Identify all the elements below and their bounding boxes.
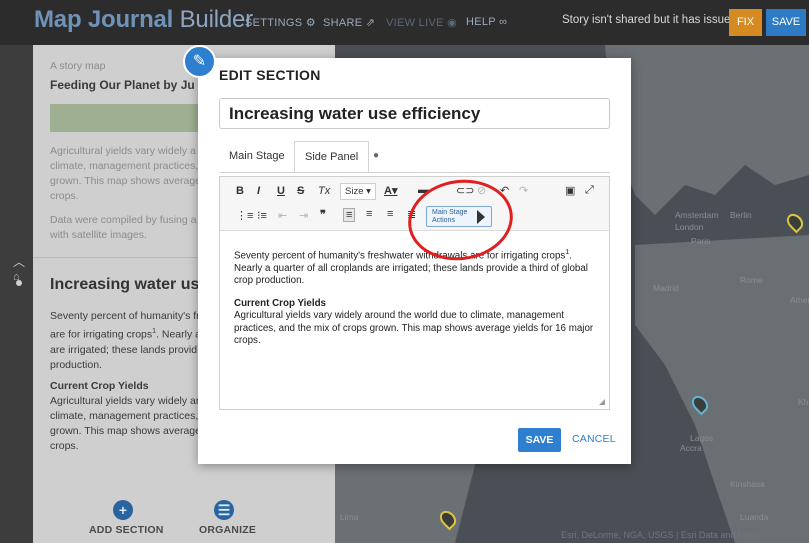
crop-yields-heading: Current Crop Yields <box>50 380 149 392</box>
map-label-paris: Paris <box>691 236 711 246</box>
map-label-luanda: Luanda <box>740 512 769 522</box>
font-size-dropdown[interactable]: Size ▾ <box>340 183 376 200</box>
app-title-bold: Map Journal <box>34 6 174 33</box>
map-label-rome: Rome <box>740 275 763 285</box>
align-center-icon[interactable]: ≡ <box>366 208 372 220</box>
app-title-light: Builder <box>179 6 254 33</box>
section-paragraph-1: Seventy percent of humanity's fr are for… <box>50 310 201 371</box>
map-label-madrid: Madrid <box>653 283 679 293</box>
eye-icon: ◉ <box>447 17 457 29</box>
editor-content[interactable]: Seventy percent of humanity's freshwater… <box>234 247 599 358</box>
map-label-kh: Kh <box>798 397 809 407</box>
map-label-london: London <box>675 222 704 232</box>
binoculars-icon: ∞ <box>499 16 508 28</box>
section-title: Increasing water us <box>50 276 200 293</box>
nav-view-live[interactable]: VIEW LIVE ◉ <box>386 16 457 29</box>
story-subtitle: A story map <box>50 60 106 72</box>
resize-handle[interactable] <box>599 399 605 405</box>
bullet-list-icon[interactable]: ⁝≡ <box>257 209 267 222</box>
share-status-text: Story isn't shared but it has issues <box>562 14 737 26</box>
tab-main-stage[interactable]: Main Stage <box>219 141 295 173</box>
source-icon[interactable]: ▣ <box>565 184 575 197</box>
nav-share[interactable]: SHARE ⇗ <box>323 16 375 29</box>
section-dot[interactable] <box>16 280 22 286</box>
indent-icon[interactable]: ⇥ <box>299 209 308 222</box>
chevron-up-icon[interactable]: ︿ <box>13 253 25 270</box>
cancel-button[interactable]: CANCEL <box>572 433 616 445</box>
left-rail: ︿ ⌂ <box>0 45 33 543</box>
underline-button[interactable]: U <box>277 185 285 197</box>
dialog-title: EDIT SECTION <box>219 67 321 83</box>
map-label-kinshasa: Kinshasa <box>730 479 765 489</box>
bold-button[interactable]: B <box>236 185 244 197</box>
pencil-icon: ✎ <box>183 45 216 78</box>
share-icon: ⇗ <box>365 17 376 29</box>
save-button[interactable]: SAVE <box>518 428 561 452</box>
redo-icon[interactable]: ↷ <box>519 184 528 197</box>
fix-button[interactable]: FIX <box>729 9 762 36</box>
nav-help[interactable]: HELP ∞ <box>466 16 507 28</box>
numbered-list-icon[interactable]: ⋮≡ <box>236 209 253 222</box>
align-right-icon[interactable]: ≡ <box>387 208 393 220</box>
map-label-lagos: Lagos <box>690 433 714 443</box>
map-label-amsterdam: Amsterdam <box>675 210 719 220</box>
story-title: Feeding Our Planet by Ju <box>50 78 195 92</box>
intro-paragraph-2: Data were compiled by fusing a with satel… <box>50 214 197 241</box>
add-section-icon[interactable]: + <box>113 500 133 520</box>
help-icon[interactable]: ● <box>373 150 379 161</box>
top-bar: Map Journal Builder SETTINGS ⚙ SHARE ⇗ V… <box>0 0 809 45</box>
editor-paragraph-1: Seventy percent of humanity's freshwater… <box>234 249 588 287</box>
italic-button[interactable]: I <box>257 185 260 197</box>
tab-side-panel[interactable]: Side Panel <box>294 141 370 173</box>
app-title: Map Journal Builder <box>34 6 253 34</box>
organize-icon[interactable]: ☰ <box>214 500 234 520</box>
section-title-input[interactable]: Increasing water use efficiency <box>219 98 610 129</box>
blockquote-icon[interactable]: ❞ <box>320 208 326 221</box>
editor-crop-yields-heading: Current Crop Yields <box>234 297 326 309</box>
save-story-button[interactable]: SAVE <box>766 9 806 36</box>
map-label-athens: Athens <box>790 295 809 305</box>
organize-button[interactable]: ORGANIZE <box>199 524 256 536</box>
section-paragraph-2: Agricultural yields vary widely ar climat… <box>50 395 201 452</box>
maximize-icon[interactable]: ⤢ <box>585 184 594 197</box>
map-label-berlin: Berlin <box>730 210 752 220</box>
editor-paragraph-2: Agricultural yields vary widely around t… <box>234 310 594 347</box>
outdent-icon[interactable]: ⇤ <box>278 209 287 222</box>
text-color-button[interactable]: A▾ <box>384 184 397 197</box>
strikethrough-button[interactable]: S <box>297 185 304 197</box>
map-attribution: Esri, DeLorme, NGA, USGS | Esri Data and… <box>561 530 768 540</box>
intro-paragraph-1: Agricultural yields vary widely a climate… <box>50 145 201 202</box>
remove-format-icon[interactable]: Tx <box>318 185 330 197</box>
align-left-icon[interactable]: ≡ <box>343 208 356 222</box>
map-label-lima: Lima <box>340 512 359 522</box>
gear-icon: ⚙ <box>305 17 316 29</box>
tabs-divider <box>219 172 610 173</box>
nav-settings[interactable]: SETTINGS ⚙ <box>245 16 316 29</box>
add-section-button[interactable]: ADD SECTION <box>89 524 164 536</box>
map-label-accra: Accra <box>680 443 702 453</box>
